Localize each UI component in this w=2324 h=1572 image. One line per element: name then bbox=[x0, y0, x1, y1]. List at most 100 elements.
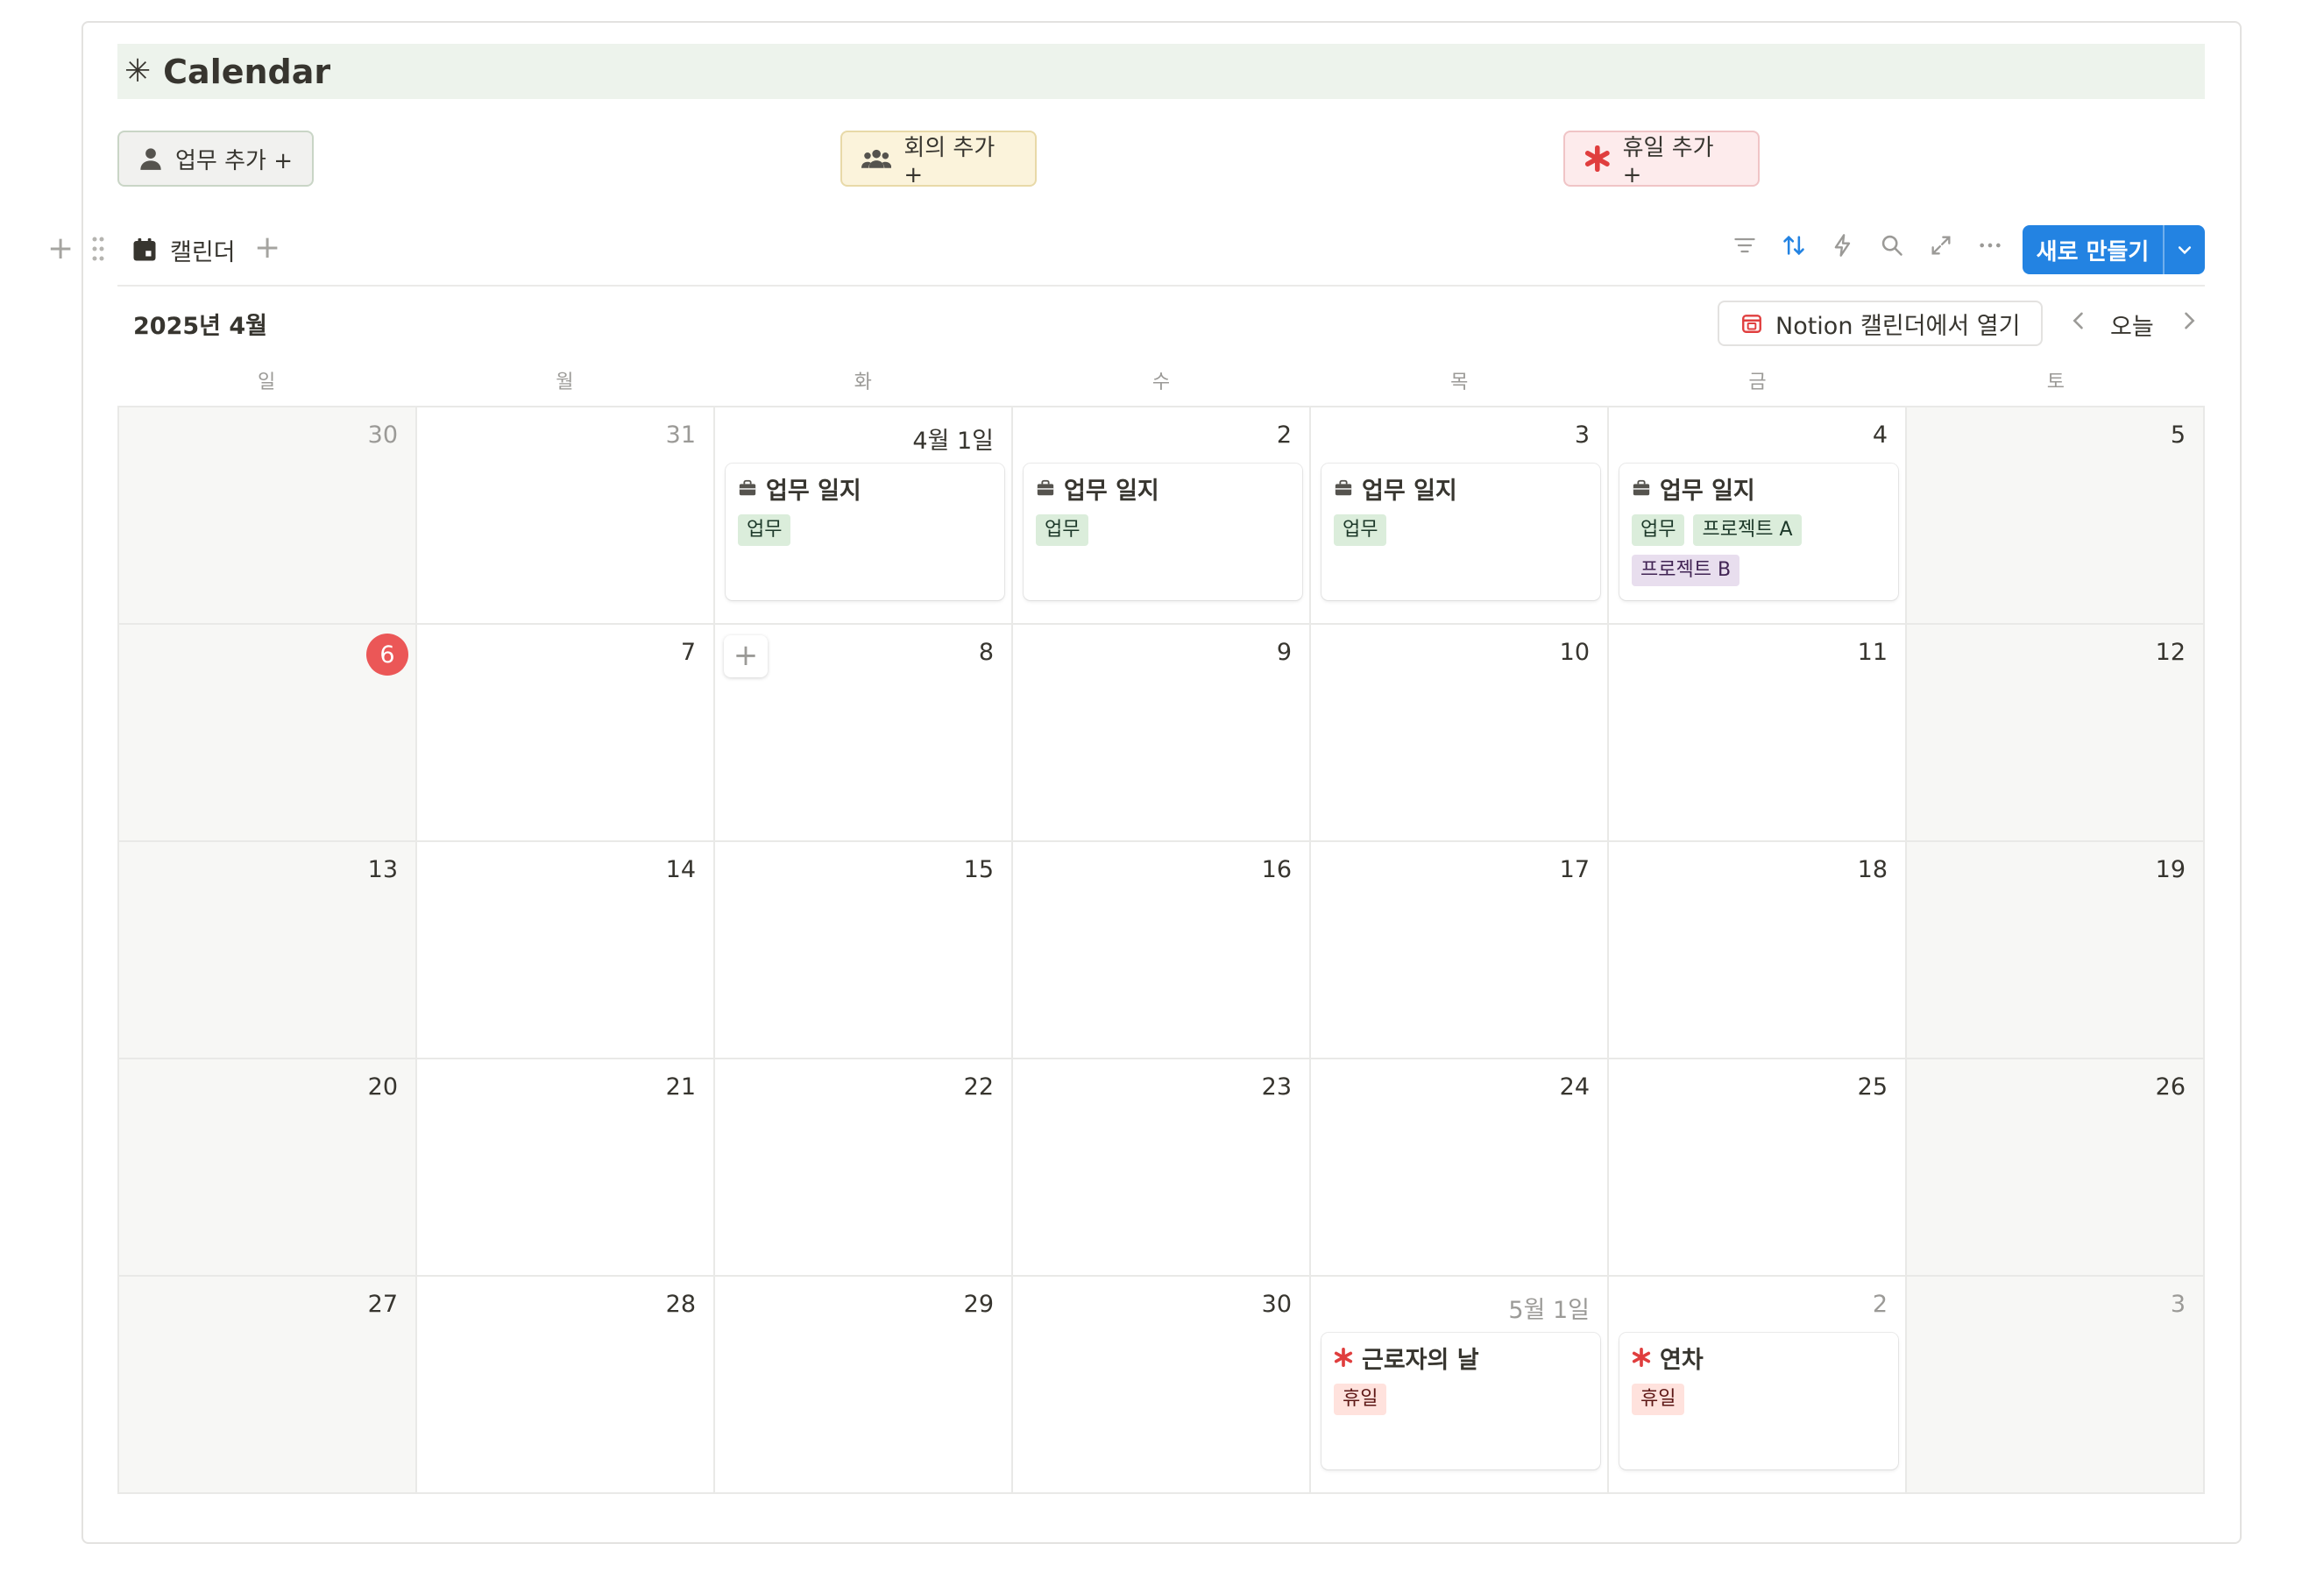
today-button[interactable]: 오늘 bbox=[2110, 308, 2154, 342]
view-actions bbox=[1732, 232, 2003, 258]
automation-icon[interactable] bbox=[1830, 232, 1856, 258]
event-tags: 업무 프로젝트 A 프로젝트 B bbox=[1632, 514, 1886, 586]
tag-badge: 프로젝트 A bbox=[1693, 514, 1802, 546]
event-card[interactable]: 연차휴일 bbox=[1619, 1333, 1898, 1469]
more-icon[interactable] bbox=[1977, 232, 2003, 258]
calendar-day-cell[interactable]: 19 bbox=[1907, 842, 2205, 1059]
calendar-day-cell[interactable]: 3 bbox=[1907, 1277, 2205, 1494]
event-title-text: 업무 일지 bbox=[766, 477, 861, 505]
weekday-label: 금 bbox=[1748, 372, 1767, 393]
tag-badge: 휴일 bbox=[1334, 1384, 1387, 1415]
sort-icon[interactable] bbox=[1781, 232, 1807, 258]
event-tags: 휴일 bbox=[1632, 1384, 1886, 1415]
page-title: Calendar bbox=[163, 52, 331, 91]
open-notion-calendar-button[interactable]: Notion 캘린더에서 열기 bbox=[1718, 301, 2044, 346]
add-view-icon[interactable]: + bbox=[254, 230, 280, 266]
today-day-number: 6 bbox=[366, 634, 408, 676]
day-number: 10 bbox=[1559, 639, 1590, 666]
day-number: 8 bbox=[978, 639, 994, 666]
calendar-day-cell[interactable]: 9 bbox=[1013, 625, 1311, 842]
add-block-icon[interactable]: + bbox=[47, 233, 74, 265]
add-meeting-button[interactable]: 회의 추가 + bbox=[840, 131, 1037, 188]
calendar-day-cell[interactable]: 30 bbox=[119, 407, 417, 625]
weekday-label: 월 bbox=[556, 372, 574, 393]
calendar-icon bbox=[133, 237, 156, 261]
calendar-day-cell[interactable]: 10 bbox=[1311, 625, 1609, 842]
event-title: 근로자의 날 bbox=[1334, 1342, 1588, 1374]
add-event-button[interactable]: + bbox=[724, 635, 768, 677]
calendar-day-cell[interactable]: 24 bbox=[1311, 1059, 1609, 1277]
calendar-day-cell[interactable]: 8 + bbox=[715, 625, 1013, 842]
tab-calendar[interactable]: 캘린더 bbox=[131, 230, 236, 269]
new-button-label[interactable]: 새로 만들기 bbox=[2023, 225, 2165, 274]
event-card[interactable]: 업무 일지 업무 bbox=[1321, 464, 1600, 600]
calendar-day-cell[interactable]: 5월 1일근로자의 날휴일 bbox=[1311, 1277, 1609, 1494]
event-title-text: 근로자의 날 bbox=[1362, 1346, 1479, 1374]
add-holiday-button[interactable]: 휴일 추가 + bbox=[1563, 131, 1760, 188]
event-title-text: 연차 bbox=[1660, 1346, 1704, 1374]
calendar-day-cell[interactable]: 22 bbox=[715, 1059, 1013, 1277]
calendar-day-cell[interactable]: 18 bbox=[1609, 842, 1907, 1059]
chevron-left-icon[interactable] bbox=[2066, 308, 2091, 336]
day-number: 25 bbox=[1857, 1073, 1888, 1101]
calendar-day-cell[interactable]: 6 bbox=[119, 625, 417, 842]
calendar-day-cell[interactable]: 13 bbox=[119, 842, 417, 1059]
calendar-day-cell[interactable]: 21 bbox=[417, 1059, 715, 1277]
day-number: 2 bbox=[1276, 421, 1292, 449]
calendar-day-cell[interactable]: 27 bbox=[119, 1277, 417, 1494]
day-number: 20 bbox=[367, 1073, 398, 1101]
day-number: 5월 1일 bbox=[1508, 1297, 1590, 1324]
calendar-day-cell[interactable]: 29 bbox=[715, 1277, 1013, 1494]
event-tags: 업무 bbox=[1036, 514, 1290, 546]
briefcase-icon bbox=[1037, 479, 1054, 496]
calendar-day-cell[interactable]: 25 bbox=[1609, 1059, 1907, 1277]
calendar-day-cell[interactable]: 28 bbox=[417, 1277, 715, 1494]
tag-badge: 업무 bbox=[1334, 514, 1387, 546]
calendar-day-cell[interactable]: 4 업무 일지 업무 프로젝트 A 프로젝트 B bbox=[1609, 407, 1907, 625]
weekday-label: 목 bbox=[1450, 372, 1469, 393]
day-number: 14 bbox=[665, 856, 696, 883]
calendar-day-cell[interactable]: 3 업무 일지 업무 bbox=[1311, 407, 1609, 625]
add-meeting-label: 회의 추가 + bbox=[903, 134, 995, 188]
event-card[interactable]: 업무 일지 업무 bbox=[726, 464, 1004, 600]
event-card[interactable]: 업무 일지 업무 bbox=[1024, 464, 1302, 600]
calendar-day-cell[interactable]: 31 bbox=[417, 407, 715, 625]
event-card[interactable]: 업무 일지 업무 프로젝트 A 프로젝트 B bbox=[1619, 464, 1898, 600]
calendar-day-cell[interactable]: 15 bbox=[715, 842, 1013, 1059]
calendar-day-cell[interactable]: 26 bbox=[1907, 1059, 2205, 1277]
calendar-day-cell[interactable]: 16 bbox=[1013, 842, 1311, 1059]
day-number: 24 bbox=[1559, 1073, 1590, 1101]
add-task-button[interactable]: 업무 추가 + bbox=[117, 131, 314, 187]
tag-badge: 업무 bbox=[1632, 514, 1685, 546]
weekday-label: 일 bbox=[258, 372, 276, 393]
calendar-day-cell[interactable]: 5 bbox=[1907, 407, 2205, 625]
calendar-day-cell[interactable]: 2 업무 일지 업무 bbox=[1013, 407, 1311, 625]
chevron-down-icon[interactable] bbox=[2165, 225, 2205, 274]
calendar-day-cell[interactable]: 12 bbox=[1907, 625, 2205, 842]
calendar-day-cell[interactable]: 30 bbox=[1013, 1277, 1311, 1494]
day-number: 23 bbox=[1261, 1073, 1292, 1101]
calendar-day-cell[interactable]: 20 bbox=[119, 1059, 417, 1277]
search-icon[interactable] bbox=[1879, 232, 1905, 258]
expand-icon[interactable] bbox=[1928, 232, 1954, 258]
calendar-day-cell[interactable]: 17 bbox=[1311, 842, 1609, 1059]
event-card[interactable]: 근로자의 날휴일 bbox=[1321, 1333, 1600, 1469]
calendar-day-cell[interactable]: 11 bbox=[1609, 625, 1907, 842]
chevron-right-icon[interactable] bbox=[2177, 308, 2201, 336]
add-task-label: 업무 추가 + bbox=[175, 147, 293, 174]
filter-icon[interactable] bbox=[1732, 232, 1758, 258]
calendar-day-cell[interactable]: 2 연차 휴일 bbox=[1609, 1277, 1907, 1494]
day-number: 27 bbox=[367, 1291, 398, 1318]
drag-handle-icon[interactable] bbox=[91, 236, 105, 266]
new-button[interactable]: 새로 만들기 bbox=[2023, 225, 2205, 274]
calendar-day-cell[interactable]: 14 bbox=[417, 842, 715, 1059]
calendar-day-cell[interactable]: 7 bbox=[417, 625, 715, 842]
calendar-day-cell[interactable]: 4월 1일 업무 일지 업무 bbox=[715, 407, 1013, 625]
weekday-label: 수 bbox=[1151, 372, 1171, 393]
day-number: 30 bbox=[1261, 1291, 1292, 1318]
day-number: 18 bbox=[1857, 856, 1888, 883]
asterisk-icon bbox=[1584, 145, 1610, 172]
calendar-day-cell[interactable]: 23 bbox=[1013, 1059, 1311, 1277]
tag-badge: 휴일 bbox=[1632, 1384, 1685, 1415]
event-tags: 업무 bbox=[1334, 514, 1588, 546]
